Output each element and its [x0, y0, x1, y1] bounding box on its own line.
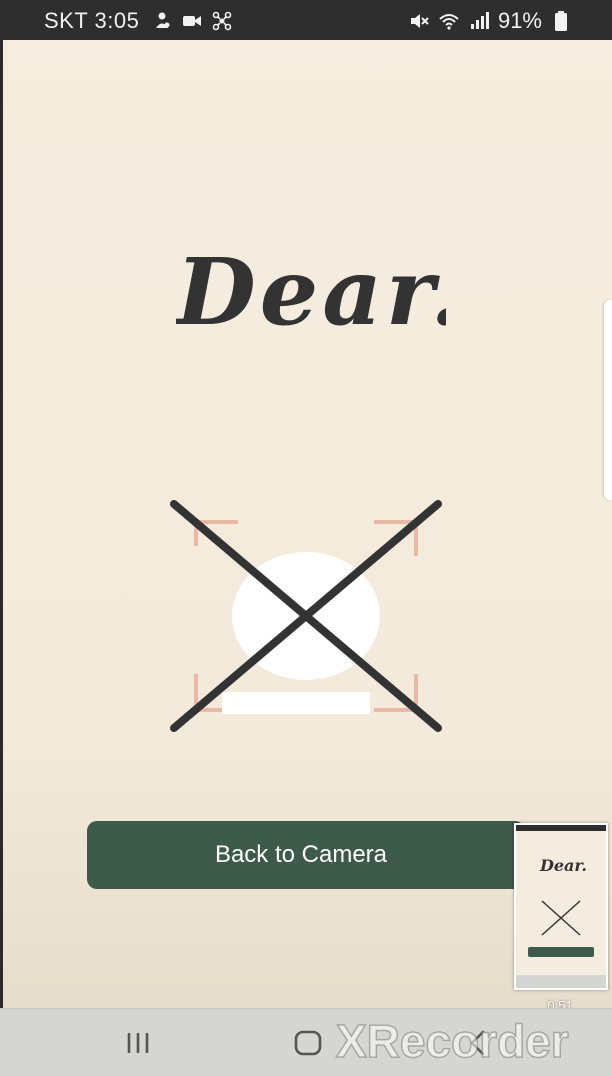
status-left: SKT 3:05 [44, 8, 233, 34]
logo-text: Dear. [176, 238, 446, 338]
left-edge [0, 40, 3, 1010]
recents-icon [127, 1033, 149, 1053]
status-carrier-time: SKT 3:05 [44, 8, 139, 34]
recents-button[interactable] [118, 1023, 158, 1063]
battery-percent: 91% [497, 8, 542, 33]
navigation-bar [0, 1008, 612, 1076]
back-icon [470, 1030, 485, 1056]
network-icon [211, 10, 233, 32]
home-icon [294, 1030, 322, 1056]
status-bar: SKT 3:05 91% [0, 0, 612, 40]
wifi-icon [438, 10, 460, 32]
back-to-camera-button[interactable]: Back to Camera [87, 821, 525, 889]
carrier-label: SKT [44, 8, 88, 33]
mute-icon [408, 10, 430, 32]
app-screen: SKT 3:05 91% Dear. Back to Camera Dear. … [0, 0, 612, 1076]
back-button[interactable] [458, 1023, 498, 1063]
face-frame-crossed-icon [160, 492, 452, 740]
home-button[interactable] [288, 1023, 328, 1063]
app-logo: Dear. [176, 228, 446, 338]
battery-icon [550, 10, 572, 32]
clock-label: 3:05 [94, 8, 140, 33]
back-to-camera-label: Back to Camera [214, 841, 388, 868]
edge-panel-handle[interactable] [604, 300, 612, 500]
svg-text:Dear.: Dear. [539, 856, 587, 875]
video-camera-icon [181, 10, 203, 32]
recorder-preview-thumbnail[interactable]: Dear. [514, 823, 608, 990]
signal-icon [468, 10, 490, 32]
status-right: 91% [408, 8, 572, 34]
person-icon [151, 10, 173, 32]
